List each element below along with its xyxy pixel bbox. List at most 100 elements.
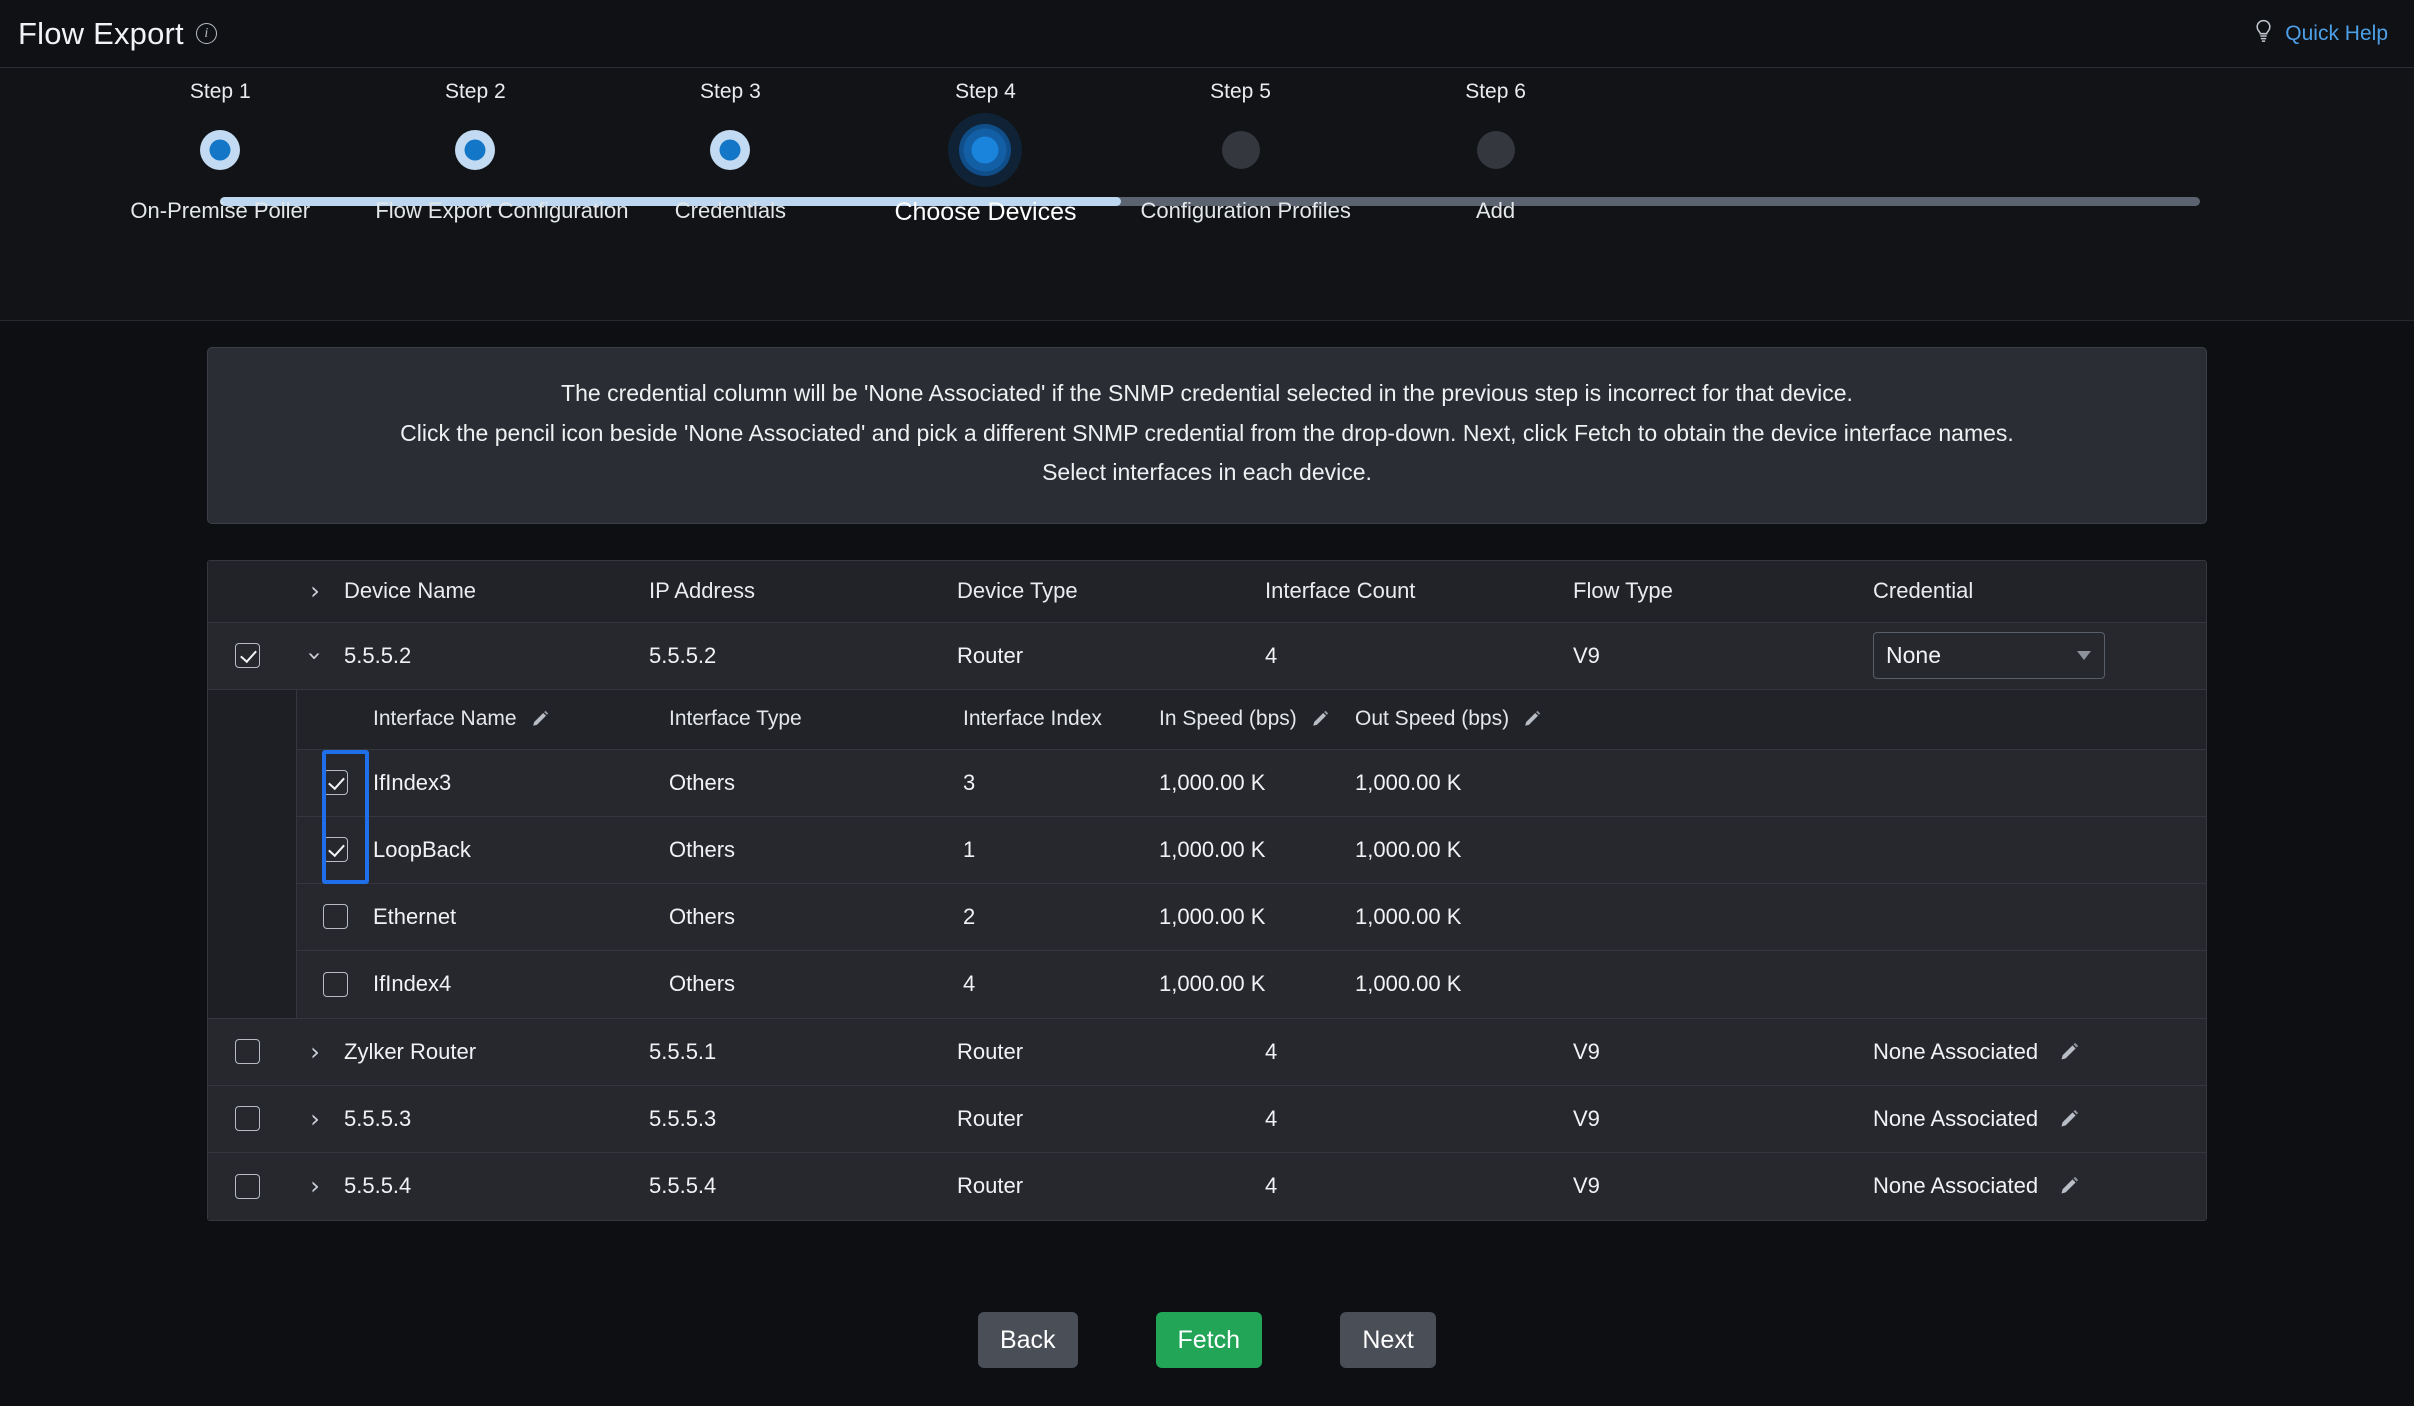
stepper-step-4[interactable]: Step 4 Choose Devices [885,68,1085,227]
stepper-step-2[interactable]: Step 2 Flow Export Configuration [375,68,575,224]
info-icon[interactable]: i [196,23,217,44]
step-label: Credentials [630,198,830,224]
cell-device-type: Router [957,1039,1265,1065]
interface-row-checkbox[interactable] [323,770,348,795]
row-expand-cell[interactable]: › [286,644,344,668]
interface-row[interactable]: IfIndex4 Others 4 1,000.00 K 1,000.00 K [297,951,2206,1018]
pencil-icon[interactable] [1310,709,1330,729]
pencil-icon[interactable] [2058,1041,2080,1063]
chevron-right-icon[interactable]: › [310,1174,320,1198]
step-dot-pending-icon [1477,131,1515,169]
device-row-checkbox[interactable] [235,1174,260,1199]
stepper-step-3[interactable]: Step 3 Credentials [630,68,830,224]
interface-table: Interface Name Interface Type Interface … [296,690,2206,1018]
cell-device-type: Router [957,1173,1265,1199]
cell-interface-count: 4 [1265,643,1573,669]
row-expand-cell[interactable]: › [286,1040,344,1064]
column-header-ip-address: IP Address [649,578,957,604]
chevron-right-icon[interactable]: › [310,1040,320,1064]
step-dot-done-icon [710,130,750,170]
step-number: Step 2 [375,80,575,104]
cell-interface-name: Ethernet [373,904,669,930]
cell-credential[interactable]: None [1873,632,2206,679]
column-header-device-name: Device Name [344,578,649,604]
interface-select-cell[interactable] [297,770,373,795]
column-header-out-speed: Out Speed (bps) [1355,707,2206,731]
interface-row[interactable]: IfIndex3 Others 3 1,000.00 K 1,000.00 K [297,750,2206,817]
cell-interface-name: LoopBack [373,837,669,863]
cell-credential: None Associated [1873,1173,2206,1199]
interface-subtable-container: Interface Name Interface Type Interface … [208,690,2206,1019]
column-header-credential: Credential [1873,578,2206,604]
step-label: Configuration Profiles [1141,198,1341,224]
interface-row-checkbox[interactable] [323,972,348,997]
cell-device-type: Router [957,643,1265,669]
back-button[interactable]: Back [978,1312,1078,1368]
table-row[interactable]: › 5.5.5.3 5.5.5.3 Router 4 V9 None Assoc… [208,1086,2206,1153]
table-row[interactable]: › Zylker Router 5.5.5.1 Router 4 V9 None… [208,1019,2206,1086]
interface-select-cell[interactable] [297,972,373,997]
device-row-checkbox[interactable] [235,1039,260,1064]
row-expand-cell[interactable]: › [286,1107,344,1131]
cell-interface-index: 2 [963,904,1159,930]
interface-row[interactable]: LoopBack Others 1 1,000.00 K 1,000.00 K [297,817,2206,884]
quick-help-label: Quick Help [2285,22,2388,46]
row-select-cell[interactable] [208,1106,286,1131]
device-table: › Device Name IP Address Device Type Int… [207,560,2207,1221]
cell-flow-type: V9 [1573,1173,1873,1199]
step-number: Step 6 [1396,80,1596,104]
chevron-right-icon[interactable]: › [310,1107,320,1131]
stepper-step-6[interactable]: Step 6 Add [1396,68,1596,224]
cell-interface-name: IfIndex4 [373,971,669,997]
credential-none-associated: None Associated [1873,1173,2080,1199]
step-dot-slot [375,114,575,186]
interface-select-cell[interactable] [297,837,373,862]
stepper-step-1[interactable]: Step 1 On-Premise Poller [120,68,320,224]
pencil-icon[interactable] [2058,1175,2080,1197]
interface-select-cell[interactable] [297,904,373,929]
pencil-icon[interactable] [1522,709,1542,729]
interface-row[interactable]: Ethernet Others 2 1,000.00 K 1,000.00 K [297,884,2206,951]
row-expand-cell[interactable]: › [286,1174,344,1198]
interface-row-checkbox[interactable] [323,837,348,862]
cell-ip-address: 5.5.5.2 [649,643,957,669]
cell-interface-name: IfIndex3 [373,770,669,796]
chevron-down-icon[interactable]: › [303,651,327,661]
interface-row-checkbox[interactable] [323,904,348,929]
step-dot-slot [120,114,320,186]
table-row[interactable]: › 5.5.5.4 5.5.5.4 Router 4 V9 None Assoc… [208,1153,2206,1220]
wizard-actions: Back Fetch Next [0,1312,2414,1368]
cell-flow-type: V9 [1573,1106,1873,1132]
row-select-cell[interactable] [208,1174,286,1199]
step-number: Step 1 [120,80,320,104]
pencil-icon[interactable] [530,709,550,729]
step-label: Add [1396,198,1596,224]
cell-interface-index: 3 [963,770,1159,796]
stepper-step-5[interactable]: Step 5 Configuration Profiles [1141,68,1341,224]
column-header-out-speed-label: Out Speed (bps) [1355,707,1509,731]
fetch-button[interactable]: Fetch [1156,1312,1263,1368]
device-row-checkbox[interactable] [235,643,260,668]
row-select-cell[interactable] [208,1039,286,1064]
next-button[interactable]: Next [1340,1312,1436,1368]
pencil-icon[interactable] [2058,1108,2080,1130]
chevron-right-icon[interactable]: › [310,579,320,603]
table-row[interactable]: › 5.5.5.2 5.5.5.2 Router 4 V9 None [208,623,2206,690]
quick-help-button[interactable]: Quick Help [2252,18,2388,49]
main-content: The credential column will be 'None Asso… [0,321,2414,1221]
column-header-in-speed: In Speed (bps) [1159,707,1355,731]
column-header-interface-count: Interface Count [1265,578,1573,604]
credential-none-associated: None Associated [1873,1039,2080,1065]
step-number: Step 5 [1141,80,1341,104]
expand-all-cell[interactable]: › [286,579,344,603]
page-title-group: Flow Export i [18,16,217,52]
credential-none-associated: None Associated [1873,1106,2080,1132]
step-label: Choose Devices [885,198,1085,227]
instructions-line-1: The credential column will be 'None Asso… [238,374,2176,414]
device-row-checkbox[interactable] [235,1106,260,1131]
cell-ip-address: 5.5.5.1 [649,1039,957,1065]
step-dot-slot [1141,114,1341,186]
credential-select[interactable]: None [1873,632,2105,679]
cell-interface-count: 4 [1265,1106,1573,1132]
row-select-cell[interactable] [208,643,286,668]
